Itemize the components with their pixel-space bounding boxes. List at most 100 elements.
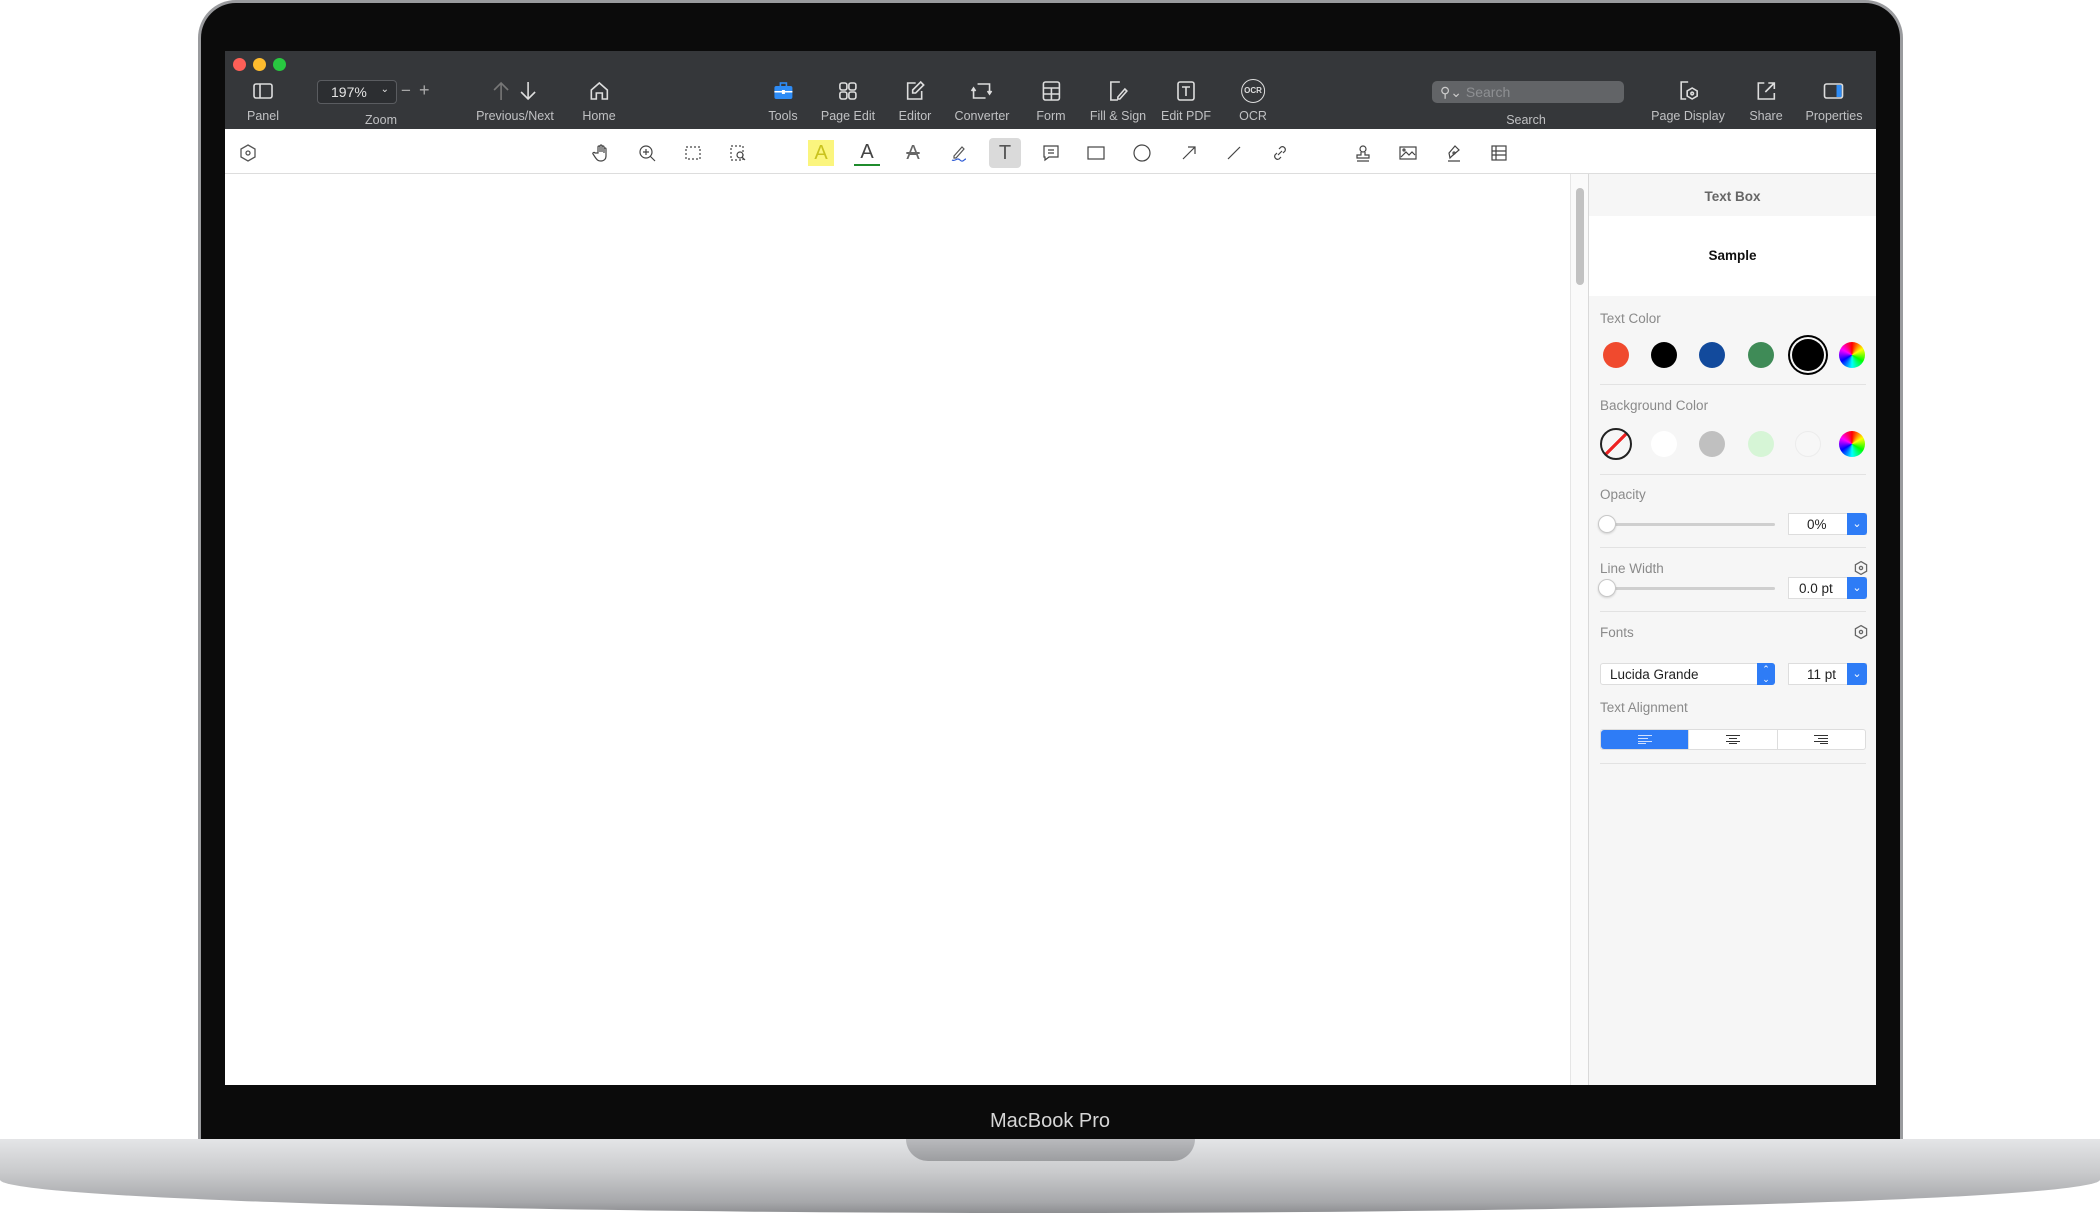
image-tool[interactable] — [1395, 140, 1421, 166]
chevron-down-icon[interactable]: ⌄ — [1847, 577, 1867, 599]
rectangle-icon — [1087, 146, 1105, 160]
page-display-button[interactable]: Page Display — [1651, 79, 1725, 123]
edit-pdf-button[interactable]: Edit PDF — [1161, 79, 1211, 123]
share-button[interactable]: Share — [1749, 79, 1783, 123]
edit-icon — [907, 80, 926, 100]
text-color-picker-icon[interactable] — [1839, 342, 1865, 368]
hexagon-settings-icon[interactable] — [1853, 624, 1869, 640]
comment-icon — [1043, 145, 1059, 162]
stamp-tool[interactable] — [1350, 140, 1376, 166]
align-center-icon — [1725, 735, 1740, 744]
pen-tool[interactable] — [946, 140, 972, 166]
table-tool[interactable] — [1486, 140, 1512, 166]
background-color-light-green[interactable] — [1748, 431, 1774, 457]
ocr-button[interactable]: OCR OCR — [1239, 79, 1267, 123]
signature-tool[interactable] — [1441, 140, 1467, 166]
laptop-notch — [906, 1139, 1195, 1161]
line-width-field[interactable]: 0.0 pt ⌄ — [1788, 577, 1867, 599]
opacity-field[interactable]: 0% ⌄ — [1788, 513, 1867, 535]
document-canvas[interactable] — [225, 174, 1570, 1085]
background-color-white[interactable] — [1651, 431, 1677, 457]
opacity-slider[interactable] — [1598, 515, 1775, 533]
home-icon — [590, 81, 608, 100]
search-input[interactable]: ⚲⌄ Search — [1432, 81, 1624, 103]
line-width-label: Line Width — [1600, 561, 1664, 576]
converter-button[interactable]: Converter — [955, 79, 1009, 123]
opacity-slider-knob[interactable] — [1598, 515, 1616, 533]
scrollbar-thumb[interactable] — [1576, 188, 1584, 285]
text-color-blue[interactable] — [1699, 342, 1725, 368]
minimize-button[interactable] — [253, 58, 266, 71]
text-color-selected-swatch[interactable] — [1792, 339, 1824, 371]
link-tool[interactable] — [1267, 140, 1293, 166]
settings-button[interactable] — [235, 140, 261, 166]
area-zoom-tool[interactable] — [725, 140, 751, 166]
properties-panel: Text Box Sample Text Color Background Co… — [1589, 174, 1876, 1085]
select-tool[interactable] — [680, 140, 706, 166]
note-tool[interactable] — [1038, 140, 1064, 166]
properties-button[interactable]: Properties — [1806, 79, 1862, 123]
properties-icon — [1824, 83, 1844, 99]
text-sample-preview: Sample — [1589, 216, 1876, 296]
panel-button[interactable]: Panel — [247, 79, 279, 123]
text-box-tool[interactable]: T — [989, 138, 1021, 168]
hexagon-settings-icon — [240, 144, 256, 162]
background-color-gray[interactable] — [1699, 431, 1725, 457]
align-left-button[interactable] — [1601, 730, 1689, 749]
annotation-toolbar: A A A T — [225, 129, 1876, 174]
line-width-slider[interactable] — [1598, 579, 1775, 597]
arrow-up-down-icon — [493, 81, 536, 101]
highlight-tool[interactable]: A — [808, 140, 834, 166]
share-icon — [1757, 82, 1775, 100]
previous-next-buttons[interactable]: Previous/Next — [476, 79, 554, 123]
line-icon — [1227, 146, 1241, 160]
link-icon — [1274, 146, 1286, 160]
fill-sign-button[interactable]: Fill & Sign — [1090, 79, 1146, 123]
fonts-label: Fonts — [1600, 625, 1634, 640]
align-center-button[interactable] — [1688, 730, 1776, 749]
line-width-slider-knob[interactable] — [1598, 579, 1616, 597]
zoom-out-button[interactable]: − — [401, 81, 411, 101]
strikethrough-tool[interactable]: A — [900, 140, 926, 166]
zoom-tool[interactable] — [634, 140, 660, 166]
text-alignment-control — [1600, 729, 1866, 750]
page-display-icon — [1680, 81, 1698, 100]
zoom-window-button[interactable] — [273, 58, 286, 71]
ellipse-tool[interactable] — [1129, 140, 1155, 166]
underline-tool[interactable]: A — [854, 140, 880, 166]
hexagon-settings-icon[interactable] — [1853, 560, 1869, 576]
home-button[interactable]: Home — [582, 79, 616, 123]
chevron-down-icon[interactable]: ⌄ — [1847, 663, 1867, 685]
form-button[interactable]: Form — [1036, 79, 1066, 123]
hand-tool[interactable] — [589, 140, 615, 166]
font-size-field[interactable]: 11 pt ⌄ — [1788, 663, 1867, 685]
text-color-red[interactable] — [1603, 342, 1629, 368]
opacity-label: Opacity — [1600, 487, 1646, 502]
close-button[interactable] — [233, 58, 246, 71]
sidebar-icon — [253, 83, 273, 99]
align-right-button[interactable] — [1776, 730, 1865, 749]
align-right-icon — [1814, 735, 1829, 744]
chevron-down-icon[interactable]: ⌄ — [1847, 513, 1867, 535]
background-color-picker-icon[interactable] — [1839, 431, 1865, 457]
tools-button[interactable]: Tools — [768, 79, 798, 123]
rectangle-tool[interactable] — [1083, 140, 1109, 166]
zoom-in-button[interactable]: + — [419, 80, 430, 101]
search-label: Search — [1506, 113, 1546, 127]
convert-icon — [971, 83, 993, 99]
background-color-none[interactable] — [1600, 428, 1632, 460]
stamp-icon — [1356, 145, 1370, 162]
font-family-select[interactable]: Lucida Grande ⌃ ⌄ — [1600, 663, 1775, 685]
text-color-green[interactable] — [1748, 342, 1774, 368]
page-edit-button[interactable]: Page Edit — [821, 79, 875, 123]
zoom-select[interactable]: 197% ⌄ — [317, 80, 397, 104]
arrow-tool[interactable] — [1176, 140, 1202, 166]
background-color-custom[interactable] — [1795, 431, 1821, 457]
text-color-black[interactable] — [1651, 342, 1677, 368]
vertical-scrollbar[interactable] — [1570, 174, 1589, 1085]
signature-pen-icon — [1448, 145, 1460, 162]
divider — [1600, 763, 1866, 764]
divider — [1600, 547, 1866, 548]
line-tool[interactable] — [1221, 140, 1247, 166]
editor-button[interactable]: Editor — [899, 79, 931, 123]
